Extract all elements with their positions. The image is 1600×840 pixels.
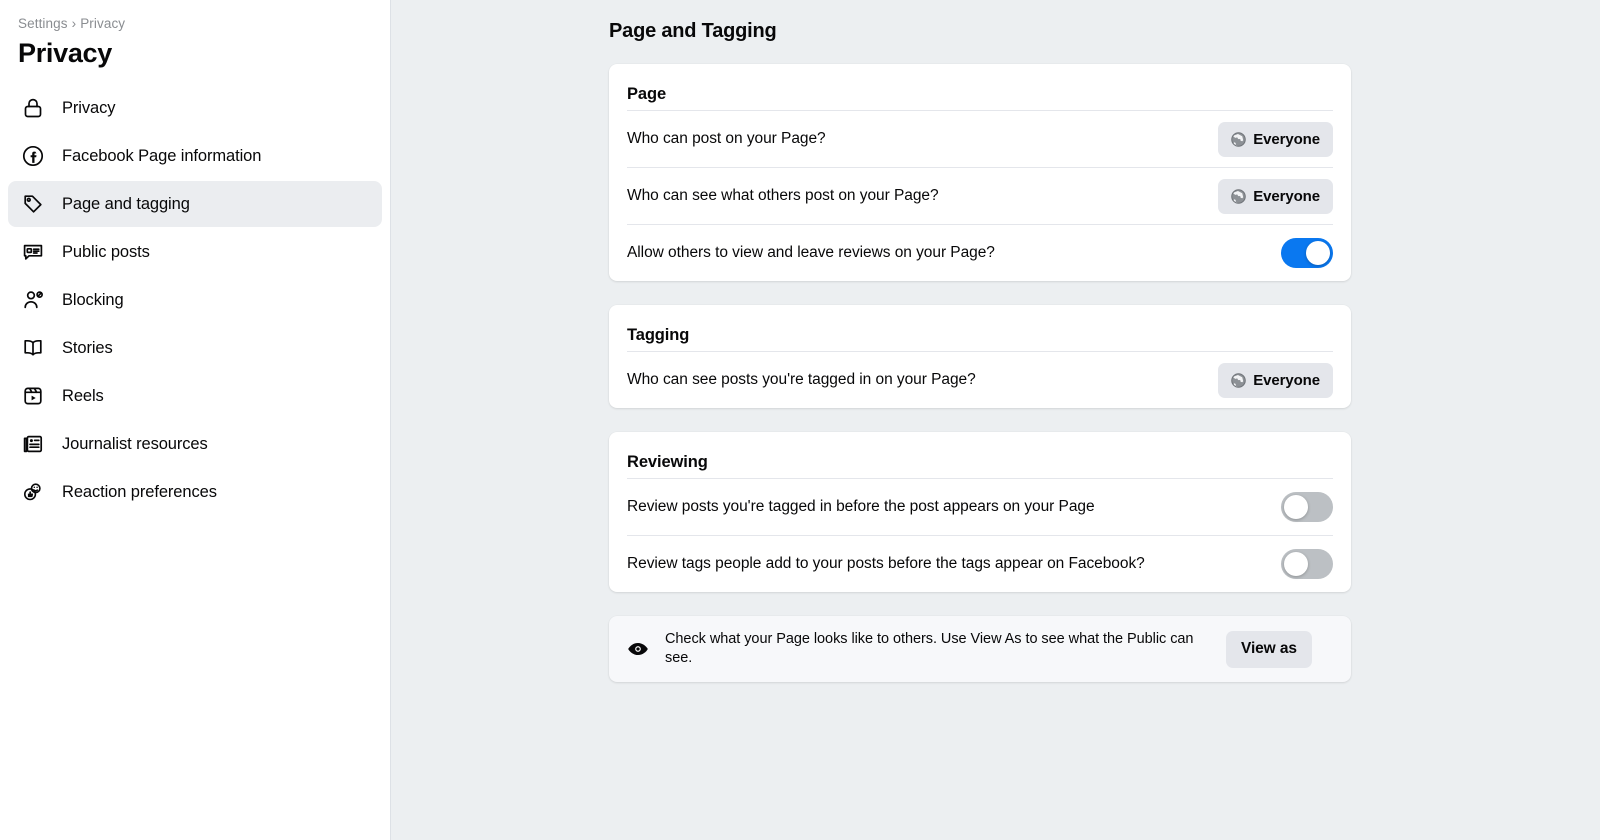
card-reviewing: Reviewing Review posts you're tagged in … (609, 432, 1351, 592)
person-blocked-icon (20, 287, 46, 313)
sidebar-item-label: Journalist resources (62, 434, 208, 453)
breadcrumb-parent[interactable]: Settings (18, 16, 68, 31)
newspaper-icon (20, 431, 46, 457)
setting-label: Review posts you're tagged in before the… (627, 498, 1095, 515)
setting-label: Who can see posts you're tagged in on yo… (627, 371, 976, 388)
audience-selector-tagged-posts[interactable]: Everyone (1218, 362, 1333, 398)
sidebar-item-facebook-page-information[interactable]: Facebook Page information (8, 133, 382, 179)
toggle-knob (1284, 552, 1308, 576)
main-content: Page and Tagging Page Who can post on yo… (391, 0, 1600, 840)
sidebar-item-public-posts[interactable]: Public posts (8, 229, 382, 275)
breadcrumb-current: Privacy (80, 16, 126, 31)
sidebar-item-label: Public posts (62, 242, 150, 261)
setting-label: Who can see what others post on your Pag… (627, 187, 939, 204)
view-as-button[interactable]: View as (1226, 630, 1312, 668)
facebook-circle-icon (20, 143, 46, 169)
setting-label: Allow others to view and leave reviews o… (627, 244, 995, 261)
setting-label: Who can post on your Page? (627, 130, 826, 147)
sidebar-item-label: Page and tagging (62, 194, 190, 213)
audience-selector-who-can-post[interactable]: Everyone (1218, 121, 1333, 157)
globe-icon (1231, 372, 1247, 388)
globe-icon (1231, 188, 1247, 204)
lock-icon (20, 95, 46, 121)
toggle-allow-reviews[interactable] (1281, 238, 1333, 268)
setting-row-review-tags: Review tags people add to your posts bef… (627, 535, 1333, 592)
comment-bubble-icon (20, 239, 46, 265)
sidebar-item-reaction-preferences[interactable]: Reaction preferences (8, 469, 382, 515)
reactions-icon (20, 479, 46, 505)
audience-value: Everyone (1253, 371, 1320, 389)
sidebar-item-page-and-tagging[interactable]: Page and tagging (8, 181, 382, 227)
globe-icon (1231, 131, 1247, 147)
card-title: Tagging (627, 326, 690, 344)
sidebar-item-journalist-resources[interactable]: Journalist resources (8, 421, 382, 467)
setting-row-allow-reviews: Allow others to view and leave reviews o… (627, 224, 1333, 281)
sidebar: Settings › Privacy Privacy Privacy Faceb… (0, 0, 391, 840)
toggle-knob (1306, 241, 1330, 265)
breadcrumb: Settings › Privacy (0, 14, 390, 34)
view-as-banner: Check what your Page looks like to other… (609, 616, 1351, 682)
setting-row-review-tagged-posts: Review posts you're tagged in before the… (627, 478, 1333, 535)
tag-icon (20, 191, 46, 217)
sidebar-item-stories[interactable]: Stories (8, 325, 382, 371)
audience-value: Everyone (1253, 130, 1320, 148)
book-icon (20, 335, 46, 361)
sidebar-item-label: Facebook Page information (62, 146, 262, 165)
audience-value: Everyone (1253, 187, 1320, 205)
setting-label: Review tags people add to your posts bef… (627, 555, 1145, 572)
sidebar-nav: Privacy Facebook Page information Page a… (0, 85, 390, 515)
settings-page: Settings › Privacy Privacy Privacy Faceb… (0, 0, 1600, 840)
banner-text: Check what your Page looks like to other… (665, 631, 1194, 666)
toggle-review-tags[interactable] (1281, 549, 1333, 579)
reels-icon (20, 383, 46, 409)
sidebar-item-label: Reaction preferences (62, 482, 217, 501)
setting-row-who-can-see-others-posts: Who can see what others post on your Pag… (627, 167, 1333, 224)
sidebar-item-label: Privacy (62, 98, 116, 117)
page-title: Privacy (18, 38, 112, 68)
sidebar-item-reels[interactable]: Reels (8, 373, 382, 419)
toggle-review-tagged-posts[interactable] (1281, 492, 1333, 522)
sidebar-item-privacy[interactable]: Privacy (8, 85, 382, 131)
card-title: Page (627, 85, 667, 103)
card-page: Page Who can post on your Page? Everyone (609, 64, 1351, 281)
sidebar-item-label: Blocking (62, 290, 124, 309)
card-tagging: Tagging Who can see posts you're tagged … (609, 305, 1351, 408)
card-title: Reviewing (627, 453, 708, 471)
sidebar-item-label: Reels (62, 386, 104, 405)
audience-selector-who-can-see-others-posts[interactable]: Everyone (1218, 178, 1333, 214)
eye-icon (627, 638, 649, 660)
sidebar-item-label: Stories (62, 338, 113, 357)
toggle-knob (1284, 495, 1308, 519)
sidebar-item-blocking[interactable]: Blocking (8, 277, 382, 323)
setting-row-who-can-post: Who can post on your Page? Everyone (627, 110, 1333, 167)
section-title: Page and Tagging (609, 20, 777, 42)
breadcrumb-separator-icon: › (71, 16, 77, 31)
setting-row-who-can-see-tagged-posts: Who can see posts you're tagged in on yo… (627, 351, 1333, 408)
